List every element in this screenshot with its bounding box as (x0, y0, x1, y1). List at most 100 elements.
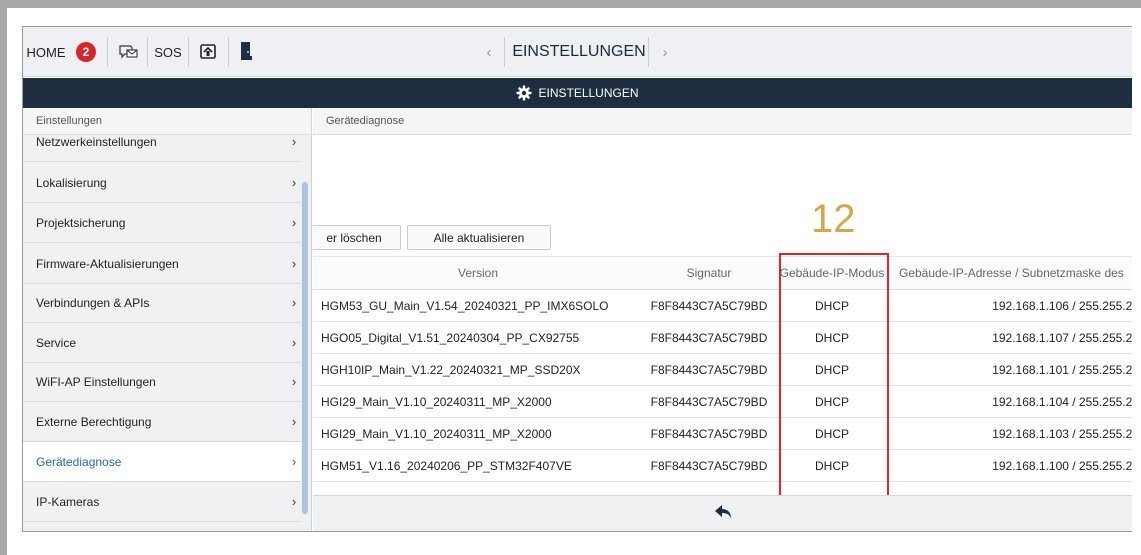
ip-address-cell: 192.168.1.104 / 255.255.255.( (889, 385, 1132, 418)
ip-mode-highlight-box (779, 253, 889, 512)
messages-button[interactable] (111, 27, 145, 77)
top-navigation-bar: HOME 2 SOS ‹ EINSTELLUNGEN › (23, 27, 1132, 77)
next-page-button[interactable]: › (659, 27, 671, 77)
ip-address-cell: 192.168.1.107 / 255.255.255.( (889, 321, 1132, 354)
back-arrow-icon[interactable] (714, 504, 732, 525)
chevron-left-icon: ‹ (486, 43, 492, 61)
home-label: HOME (26, 44, 66, 60)
notifications-button[interactable]: 2 (71, 27, 101, 77)
sidebar-item-ip-kameras[interactable]: IP-Kameras › (23, 482, 301, 522)
messages-icon (118, 43, 138, 62)
sidebar-item-service[interactable]: Service › (23, 323, 301, 363)
diagnostics-panel: er löschen Alle aktualisieren 12 Version… (313, 135, 1132, 531)
clear-button[interactable]: er löschen (313, 225, 401, 250)
chevron-right-icon: › (291, 135, 297, 149)
signature-cell: F8F8443C7A5C79BD (643, 385, 775, 418)
sidebar-item-firmware[interactable]: Firmware-Aktualisierungen › (23, 244, 301, 284)
chevron-right-icon: › (291, 175, 297, 190)
home-button[interactable]: HOME (23, 27, 69, 77)
sidebar-item-verbindungen[interactable]: Verbindungen & APIs › (23, 283, 301, 323)
table-row[interactable]: HGI29_Main_V1.10_20240311_MP_X2000 F8F84… (313, 385, 1132, 418)
sidebar-item-netzwerkeinstellungen[interactable]: Netzwerkeinstellungen › (23, 135, 301, 162)
sidebar-item-label: Firmware-Aktualisierungen (36, 256, 179, 271)
settings-header: EINSTELLUNGEN (23, 78, 1132, 108)
sidebar-item-lokalisierung[interactable]: Lokalisierung › (23, 163, 301, 203)
chevron-right-icon: › (291, 494, 297, 509)
column-header-version[interactable]: Version (313, 256, 643, 290)
chevron-right-icon: › (291, 374, 297, 389)
notification-badge: 2 (76, 42, 96, 62)
home-alarm-button[interactable] (191, 27, 225, 77)
ip-address-cell: 192.168.1.106 / 255.255.255.( (889, 289, 1132, 322)
header-title: EINSTELLUNGEN (538, 86, 639, 100)
clear-button-label: er löschen (326, 230, 382, 245)
sidebar-item-label: Netzwerkeinstellungen (36, 135, 157, 149)
app-frame: HOME 2 SOS ‹ EINSTELLUNGEN › EINSTELLUNG… (22, 26, 1132, 532)
window-border-left (0, 0, 7, 555)
version-cell: HGI29_Main_V1.10_20240311_MP_X2000 (313, 385, 643, 418)
window-border-top (0, 0, 1141, 8)
sos-button[interactable]: SOS (149, 27, 187, 77)
divider (147, 37, 148, 67)
table-row[interactable]: HGI29_Main_V1.10_20240311_MP_X2000 F8F84… (313, 417, 1132, 450)
signature-cell: F8F8443C7A5C79BD (643, 321, 775, 354)
signature-cell: F8F8443C7A5C79BD (643, 449, 775, 482)
prev-page-button[interactable]: ‹ (483, 27, 495, 77)
divider (228, 37, 229, 67)
divider (504, 37, 505, 67)
sos-label: SOS (154, 44, 182, 60)
table-row[interactable]: HGH10IP_Main_V1.22_20240321_MP_SSD20X F8… (313, 353, 1132, 386)
chevron-right-icon: › (291, 215, 297, 230)
refresh-all-button[interactable]: Alle aktualisieren (407, 225, 551, 250)
sidebar-item-label: Externe Berechtigung (36, 414, 152, 429)
sidebar-item-geraetediagnose[interactable]: Gerätediagnose › (23, 442, 301, 482)
divider (648, 37, 649, 67)
version-cell: HGH10IP_Main_V1.22_20240321_MP_SSD20X (313, 353, 643, 386)
sidebar-item-label: WiFI-AP Einstellungen (36, 374, 156, 389)
refresh-all-label: Alle aktualisieren (433, 230, 525, 245)
chevron-right-icon: › (291, 295, 297, 310)
version-cell: HGO05_Digital_V1.51_20240304_PP_CX92755 (313, 321, 643, 354)
signature-cell: F8F8443C7A5C79BD (643, 289, 775, 322)
column-header-ip-address[interactable]: Gebäude-IP-Adresse / Subnetzmaske des (889, 256, 1132, 290)
page-title: EINSTELLUNGEN (512, 43, 646, 60)
table-row[interactable]: HGO05_Digital_V1.51_20240304_PP_CX92755 … (313, 321, 1132, 354)
signature-cell: F8F8443C7A5C79BD (643, 417, 775, 450)
version-cell: HGM53_GU_Main_V1.54_20240321_PP_IMX6SOLO (313, 289, 643, 322)
version-cell: HGM51_V1.16_20240206_PP_STM32F407VE (313, 449, 643, 482)
annotation-number: 12 (811, 197, 856, 241)
door-button[interactable] (231, 27, 261, 77)
chevron-right-icon: › (662, 43, 668, 61)
sidebar-item-label: Lokalisierung (36, 175, 107, 190)
sidebar-item-label: Gerätediagnose (36, 454, 122, 469)
divider (107, 37, 108, 67)
back-bar (313, 495, 1132, 531)
table-row[interactable]: HGM51_V1.16_20240206_PP_STM32F407VE F8F8… (313, 449, 1132, 482)
sidebar-item-externe-berechtigung[interactable]: Externe Berechtigung › (23, 402, 301, 442)
sidebar-item-projektsicherung[interactable]: Projektsicherung › (23, 203, 301, 243)
ip-address-cell: 192.168.1.103 / 255.255.255.( (889, 417, 1132, 450)
ip-address-cell: 192.168.1.100 / 255.255.255.( (889, 449, 1132, 482)
divider (188, 37, 189, 67)
device-table: Version Signatur Gebäude-IP-Modus Gebäud… (313, 256, 1132, 482)
column-header-signature[interactable]: Signatur (643, 256, 775, 290)
signature-cell: F8F8443C7A5C79BD (643, 353, 775, 386)
sidebar-item-label: Projektsicherung (36, 215, 126, 230)
content-title: Gerätediagnose (313, 108, 1132, 135)
ip-address-cell: 192.168.1.101 / 255.255.255.( (889, 353, 1132, 386)
sidebar-item-label: Verbindungen & APIs (36, 295, 150, 310)
door-icon (239, 41, 253, 64)
settings-sidebar[interactable]: Netzwerkeinstellungen › Lokalisierung › Pr… (23, 135, 312, 531)
table-row[interactable]: HGM53_GU_Main_V1.54_20240321_PP_IMX6SOLO… (313, 289, 1132, 322)
sidebar-item-label: IP-Kameras (36, 494, 100, 509)
sidebar-scrollbar[interactable] (302, 182, 308, 514)
chevron-right-icon: › (291, 454, 297, 469)
sidebar-item-wifi-ap[interactable]: WiFI-AP Einstellungen › (23, 362, 301, 402)
chevron-right-icon: › (291, 335, 297, 350)
chevron-right-icon: › (291, 256, 297, 271)
chevron-right-icon: › (291, 414, 297, 429)
gear-icon (516, 85, 532, 101)
sidebar-item-label: Service (36, 335, 77, 350)
home-alarm-icon (198, 41, 218, 64)
version-cell: HGI29_Main_V1.10_20240311_MP_X2000 (313, 417, 643, 450)
